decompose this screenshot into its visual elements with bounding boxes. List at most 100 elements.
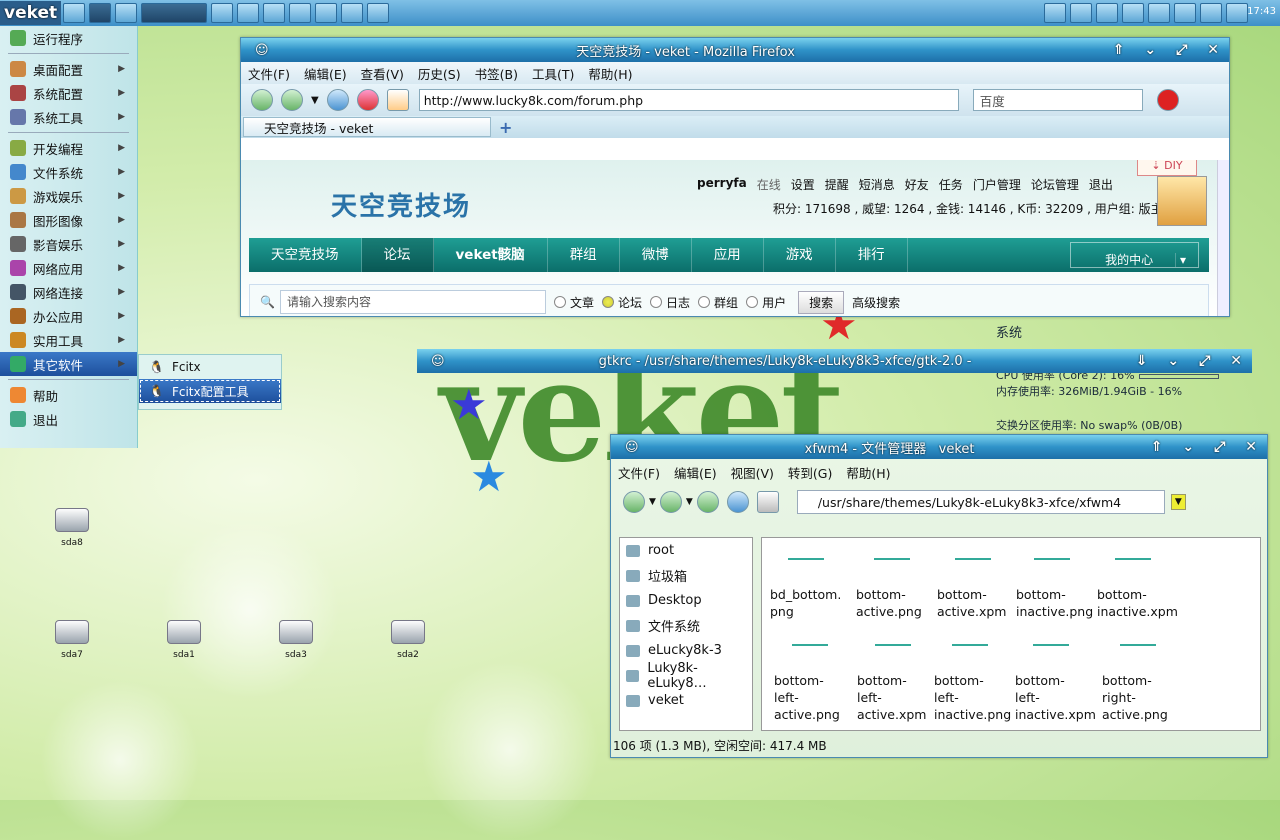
panel-browser-button[interactable]	[115, 3, 138, 23]
tray-icon[interactable]	[1070, 3, 1092, 23]
new-tab-button[interactable]: +	[499, 118, 512, 137]
advanced-search-link[interactable]: 高级搜索	[852, 294, 900, 311]
tray-icon[interactable]	[1174, 3, 1196, 23]
close-icon[interactable]: ✕	[1245, 439, 1257, 455]
tray-icon[interactable]	[1148, 3, 1170, 23]
nav-forum[interactable]: 论坛	[361, 238, 434, 272]
file-manager-titlebar[interactable]: ☺ xfwm4 - 文件管理器 veket ⇑ ⌄ ⤢ ✕	[611, 435, 1267, 459]
places-item[interactable]: veket	[620, 688, 752, 713]
panel-logo[interactable]: veket	[0, 1, 62, 25]
forum-search-button[interactable]: 搜索	[798, 290, 845, 314]
forward-button[interactable]	[659, 491, 682, 513]
gtkrc-titlebar[interactable]: ☺ gtkrc - /usr/share/themes/Luky8k-eLuky…	[417, 349, 1252, 373]
forward-dropdown-icon[interactable]: ▼	[686, 497, 693, 507]
adblock-icon[interactable]	[1156, 89, 1179, 111]
tray-icon[interactable]	[1122, 3, 1144, 23]
start-menu-item[interactable]: 系统工具 ▶	[0, 105, 137, 129]
taskbar-button[interactable]	[289, 3, 312, 23]
file-item[interactable]: bottom- active.png	[856, 586, 942, 620]
file-item[interactable]: bottom- left- inactive.png	[934, 672, 1020, 723]
file-item[interactable]: bottom- left- inactive.xpm	[1015, 672, 1101, 723]
file-item[interactable]: bottom- active.xpm	[937, 586, 1023, 620]
panel-launcher-button[interactable]	[89, 3, 112, 23]
maximize-icon[interactable]: ⤢	[1176, 42, 1187, 58]
nav-apps[interactable]: 应用	[692, 238, 764, 272]
menu-go[interactable]: 转到(G)	[781, 463, 839, 482]
clock[interactable]: 17:43	[1247, 6, 1276, 17]
back-dropdown-icon[interactable]: ▼	[649, 497, 656, 507]
menu-edit[interactable]: 编辑(E)	[297, 64, 354, 83]
file-item[interactable]: bd_bottom. png	[770, 586, 856, 620]
start-menu-item[interactable]: 游戏娱乐 ▶	[0, 184, 137, 208]
window-menu-icon[interactable]: ☺	[255, 43, 269, 58]
start-menu-item[interactable]: 开发编程 ▶	[0, 136, 137, 160]
file-item[interactable]: bottom- right- active.png	[1102, 672, 1188, 723]
maximize-icon[interactable]: ⤢	[1214, 439, 1225, 455]
minimize-icon[interactable]: ⌄	[1182, 439, 1194, 455]
file-item[interactable]: bottom- left- active.png	[774, 672, 860, 723]
url-bar[interactable]: http://www.lucky8k.com/forum.php	[418, 89, 959, 111]
link-tasks[interactable]: 任务	[939, 176, 963, 193]
taskbar-button[interactable]	[315, 3, 338, 23]
link-portal-admin[interactable]: 门户管理	[973, 176, 1021, 193]
radio-forum[interactable]	[602, 296, 615, 308]
places-item[interactable]: eLucky8k-3	[620, 638, 752, 663]
submenu-item-fcitx[interactable]: 🐧 Fcitx	[139, 355, 281, 379]
avatar[interactable]	[1157, 176, 1207, 226]
desktop-icon-sda2[interactable]: sda2	[378, 620, 438, 660]
up-button[interactable]	[696, 491, 719, 513]
link-settings[interactable]: 设置	[791, 176, 815, 193]
file-item[interactable]: bottom- inactive.xpm	[1097, 586, 1183, 620]
minimize-icon[interactable]: ⌄	[1144, 42, 1156, 58]
menu-help[interactable]: 帮助(H)	[839, 463, 897, 482]
menu-history[interactable]: 历史(S)	[411, 64, 468, 83]
taskbar-button[interactable]	[367, 3, 390, 23]
tray-icon[interactable]	[1096, 3, 1118, 23]
nav-games[interactable]: 游戏	[764, 238, 836, 272]
radio-article[interactable]	[554, 296, 566, 308]
link-friends[interactable]: 好友	[905, 176, 929, 193]
start-menu-item[interactable]: 办公应用 ▶	[0, 304, 137, 328]
back-button[interactable]	[251, 89, 273, 111]
desktop-icon-sda1[interactable]: sda1	[154, 620, 214, 660]
nav-veket[interactable]: veket骸脑	[434, 238, 548, 272]
close-icon[interactable]: ✕	[1207, 42, 1219, 58]
start-menu-item[interactable]: 运行程序	[0, 26, 137, 50]
firefox-titlebar[interactable]: ☺ 天空竞技场 - veket - Mozilla Firefox ⇑ ⌄ ⤢ …	[241, 38, 1229, 62]
menu-view[interactable]: 视图(V)	[724, 463, 781, 482]
link-messages[interactable]: 短消息	[859, 176, 895, 193]
close-icon[interactable]: ✕	[1230, 353, 1242, 369]
path-dropdown-icon[interactable]: ▼	[1170, 494, 1186, 510]
link-logout[interactable]: 退出	[1089, 176, 1113, 193]
site-logo[interactable]: 天空竞技场	[331, 186, 471, 223]
shade-icon[interactable]: ⇓	[1136, 353, 1148, 369]
network-icon[interactable]	[1200, 3, 1222, 23]
taskbar-button[interactable]	[263, 3, 286, 23]
volume-icon[interactable]	[1226, 3, 1248, 23]
menu-view[interactable]: 查看(V)	[354, 64, 411, 83]
menu-bookmarks[interactable]: 书签(B)	[468, 64, 525, 83]
home-button[interactable]	[756, 491, 779, 513]
minimize-icon[interactable]: ⌄	[1167, 353, 1179, 369]
places-item[interactable]: Desktop	[620, 588, 752, 613]
desktop-icon-sda7[interactable]: sda7	[42, 620, 102, 660]
home-button[interactable]	[386, 89, 409, 111]
radio-blog[interactable]	[650, 296, 663, 308]
start-menu-item[interactable]: 帮助	[0, 383, 137, 407]
start-menu-item[interactable]: 其它软件 ▶	[0, 352, 137, 376]
menu-file[interactable]: 文件(F)	[241, 64, 297, 83]
menu-help[interactable]: 帮助(H)	[581, 64, 639, 83]
start-menu-item[interactable]: 图形图像 ▶	[0, 208, 137, 232]
username-link[interactable]: perryfa	[697, 176, 747, 193]
places-item[interactable]: 文件系统	[620, 613, 752, 638]
places-item[interactable]: 垃圾箱	[620, 563, 752, 588]
link-reminders[interactable]: 提醒	[825, 176, 849, 193]
tab-forum[interactable]: 天空竞技场 - veket	[243, 117, 491, 137]
panel-launcher-button[interactable]	[63, 3, 86, 23]
radio-user[interactable]	[746, 296, 759, 308]
taskbar-button[interactable]	[211, 3, 234, 23]
menu-file[interactable]: 文件(F)	[611, 463, 667, 482]
my-center-dropdown[interactable]: 我的中心 ▾	[1070, 242, 1199, 268]
start-menu-item[interactable]: 桌面配置 ▶	[0, 57, 137, 81]
nav-groups[interactable]: 群组	[548, 238, 620, 272]
